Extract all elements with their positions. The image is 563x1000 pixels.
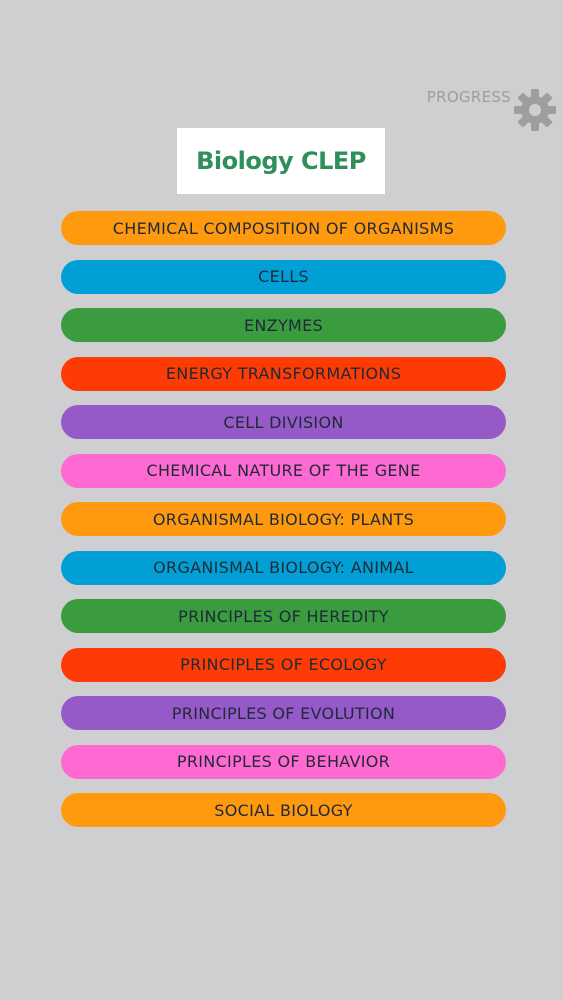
topic-button-cell-division[interactable]: CELL DIVISION xyxy=(61,405,506,439)
topic-button-chemical-composition[interactable]: CHEMICAL COMPOSITION OF ORGANISMS xyxy=(61,211,506,245)
topic-list: CHEMICAL COMPOSITION OF ORGANISMS CELLS … xyxy=(61,211,506,842)
page-title: Biology CLEP xyxy=(196,147,366,175)
topic-button-organismal-animal[interactable]: ORGANISMAL BIOLOGY: ANIMAL xyxy=(61,550,506,585)
topic-button-behavior[interactable]: PRINCIPLES OF BEHAVIOR xyxy=(61,744,506,779)
progress-label: PROGRESS xyxy=(426,88,511,106)
gear-icon xyxy=(514,89,556,131)
topic-button-ecology[interactable]: PRINCIPLES OF ECOLOGY xyxy=(61,647,506,682)
topic-button-cells[interactable]: CELLS xyxy=(61,259,506,294)
topic-button-enzymes[interactable]: ENZYMES xyxy=(61,308,506,342)
progress-button[interactable]: PROGRESS xyxy=(427,84,557,132)
topic-button-energy-transformations[interactable]: ENERGY TRANSFORMATIONS xyxy=(61,356,506,391)
topic-button-organismal-plants[interactable]: ORGANISMAL BIOLOGY: PLANTS xyxy=(61,502,506,536)
topic-button-evolution[interactable]: PRINCIPLES OF EVOLUTION xyxy=(61,696,506,730)
topic-button-heredity[interactable]: PRINCIPLES OF HEREDITY xyxy=(61,599,506,633)
topic-button-social-biology[interactable]: SOCIAL BIOLOGY xyxy=(61,793,506,827)
title-card: Biology CLEP xyxy=(177,128,385,194)
topic-button-chemical-nature-gene[interactable]: CHEMICAL NATURE OF THE GENE xyxy=(61,453,506,488)
